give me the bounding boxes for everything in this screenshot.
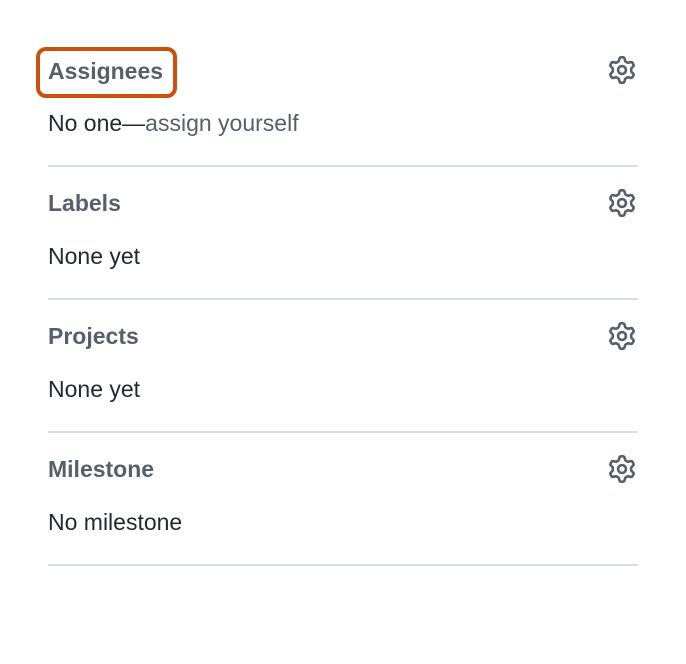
projects-settings-button[interactable] [606, 320, 638, 355]
projects-section: Projects None yet [48, 300, 638, 433]
gear-icon [608, 455, 636, 486]
projects-title: Projects [48, 322, 139, 352]
milestone-title: Milestone [48, 455, 154, 485]
milestone-header: Milestone [48, 453, 638, 488]
labels-section: Labels None yet [48, 167, 638, 300]
milestone-settings-button[interactable] [606, 453, 638, 488]
labels-settings-button[interactable] [606, 187, 638, 222]
projects-header: Projects [48, 320, 638, 355]
gear-icon [608, 189, 636, 220]
labels-header: Labels [48, 187, 638, 222]
assign-yourself-link[interactable]: assign yourself [145, 110, 298, 136]
milestone-body: No milestone [48, 508, 638, 538]
assignees-header: Assignees [48, 54, 638, 89]
labels-title: Labels [48, 189, 121, 219]
issue-sidebar: Assignees No one—assign yourself Labels … [0, 0, 686, 566]
milestone-section: Milestone No milestone [48, 433, 638, 566]
labels-body: None yet [48, 242, 638, 272]
gear-icon [608, 322, 636, 353]
assignees-section: Assignees No one—assign yourself [48, 50, 638, 167]
assignees-title-highlight: Assignees [36, 47, 177, 99]
assignees-title: Assignees [48, 58, 163, 84]
assignees-empty-text: No one— [48, 110, 145, 136]
assignees-settings-button[interactable] [606, 54, 638, 89]
projects-body: None yet [48, 375, 638, 405]
assignees-body: No one—assign yourself [48, 109, 638, 139]
gear-icon [608, 56, 636, 87]
